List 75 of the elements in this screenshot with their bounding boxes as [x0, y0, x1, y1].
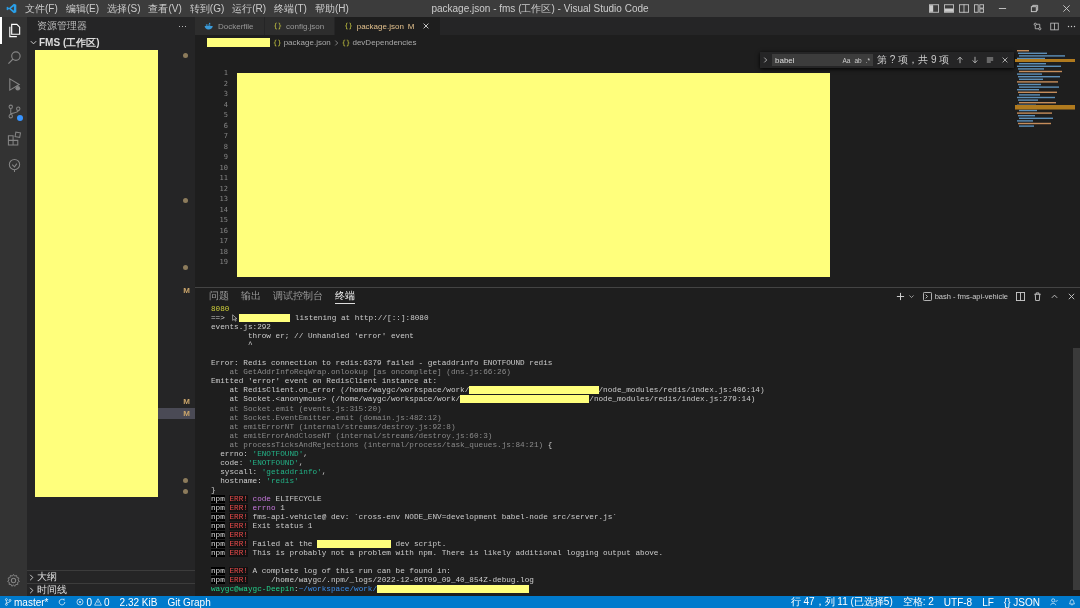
branch-icon	[4, 598, 12, 606]
menu-item[interactable]: 运行(R)	[230, 1, 269, 16]
sync-icon	[58, 598, 67, 606]
status-item[interactable]: Git Graph	[167, 596, 211, 608]
whale-icon	[204, 22, 214, 30]
file-tree-row[interactable]: M	[158, 407, 195, 419]
git-status: M	[183, 408, 190, 418]
cursor-icon	[231, 314, 240, 323]
file-tree-row[interactable]: M	[158, 396, 195, 408]
match-count: 第 ? 项，共 9 项	[877, 53, 950, 67]
caret-icon[interactable]	[907, 292, 915, 300]
panel-tab[interactable]: 终端	[335, 288, 355, 304]
sidebar-section-header[interactable]: 大纲	[27, 570, 195, 583]
app-logo-icon	[6, 3, 17, 14]
source-control-icon	[7, 104, 22, 119]
menu-item[interactable]: 编辑(E)	[63, 1, 102, 16]
warning-icon	[94, 598, 102, 606]
workspace-header[interactable]: FMS (工作区)	[27, 35, 195, 50]
panel-tab[interactable]: 问题	[209, 288, 229, 304]
arrow-up-icon[interactable]	[956, 56, 965, 64]
compare-icon[interactable]	[1033, 21, 1042, 31]
lines-icon[interactable]	[986, 56, 995, 64]
menu-item[interactable]: 转到(G)	[187, 1, 227, 16]
status-item[interactable]: master*	[4, 596, 49, 608]
file-tree-row[interactable]: M	[158, 284, 195, 296]
chevron-icon	[333, 38, 339, 47]
menu-item[interactable]: 查看(V)	[146, 1, 184, 16]
redaction-block	[207, 38, 270, 47]
menu-item[interactable]: 文件(F)	[23, 1, 60, 16]
bell-icon	[1068, 598, 1076, 606]
git-status: M	[183, 397, 190, 407]
menu-item[interactable]: 帮助(H)	[312, 1, 351, 16]
chevron-icon[interactable]	[763, 56, 768, 64]
status-item[interactable]: 0 0	[76, 596, 110, 608]
close-icon[interactable]	[1067, 291, 1076, 301]
panel-tab[interactable]: 调试控制台	[273, 288, 323, 304]
search-icon	[7, 50, 22, 65]
close-icon[interactable]	[421, 22, 430, 30]
status-item[interactable]: LF	[982, 596, 994, 608]
tree-icon	[7, 158, 22, 173]
close-icon[interactable]	[1062, 4, 1071, 13]
sidebar-layout-icon[interactable]	[929, 4, 939, 13]
git-status: M	[183, 285, 190, 295]
more-actions-button[interactable]: ···	[178, 21, 187, 31]
files-icon	[7, 23, 22, 38]
chevron-icon	[29, 38, 38, 47]
arrow-down-icon[interactable]	[971, 56, 980, 64]
close-icon[interactable]	[1001, 56, 1010, 64]
status-item[interactable]: {} JSON	[1003, 596, 1040, 608]
person-icon	[1050, 598, 1058, 606]
scrollbar[interactable]	[1073, 348, 1080, 590]
split-layout-icon[interactable]	[959, 4, 969, 13]
menu-item[interactable]: 选择(S)	[105, 1, 143, 16]
panel-tab[interactable]: 输出	[241, 288, 261, 304]
error-icon	[76, 598, 85, 606]
status-item[interactable]: UTF-8	[943, 596, 973, 608]
split-terminal-icon[interactable]	[1016, 291, 1025, 301]
extensions-icon	[7, 131, 22, 146]
redaction-block	[239, 314, 291, 323]
trash-icon[interactable]	[1033, 291, 1042, 301]
sidebar-title: 资源管理器	[37, 19, 87, 33]
split-editor-icon[interactable]	[1050, 21, 1059, 31]
terminal-icon	[922, 291, 932, 301]
editor-tab[interactable]: Dockerfile	[195, 17, 265, 35]
restore-icon[interactable]	[1030, 4, 1039, 13]
status-item[interactable]: 2.32 KiB	[119, 596, 158, 608]
status-item[interactable]: 行 47，列 11 (已选择5)	[790, 595, 893, 608]
play-bug-icon	[7, 77, 22, 92]
menu-item[interactable]: 终端(T)	[272, 1, 309, 16]
panel-layout-icon[interactable]	[944, 4, 954, 13]
plus-icon[interactable]	[895, 291, 905, 301]
window-title: package.json - fms (工作区) - Visual Studio Code	[431, 1, 649, 16]
settings-icon[interactable]	[6, 573, 21, 588]
status-item[interactable]: 空格: 2	[902, 595, 934, 608]
grid-layout-icon[interactable]	[974, 4, 984, 13]
